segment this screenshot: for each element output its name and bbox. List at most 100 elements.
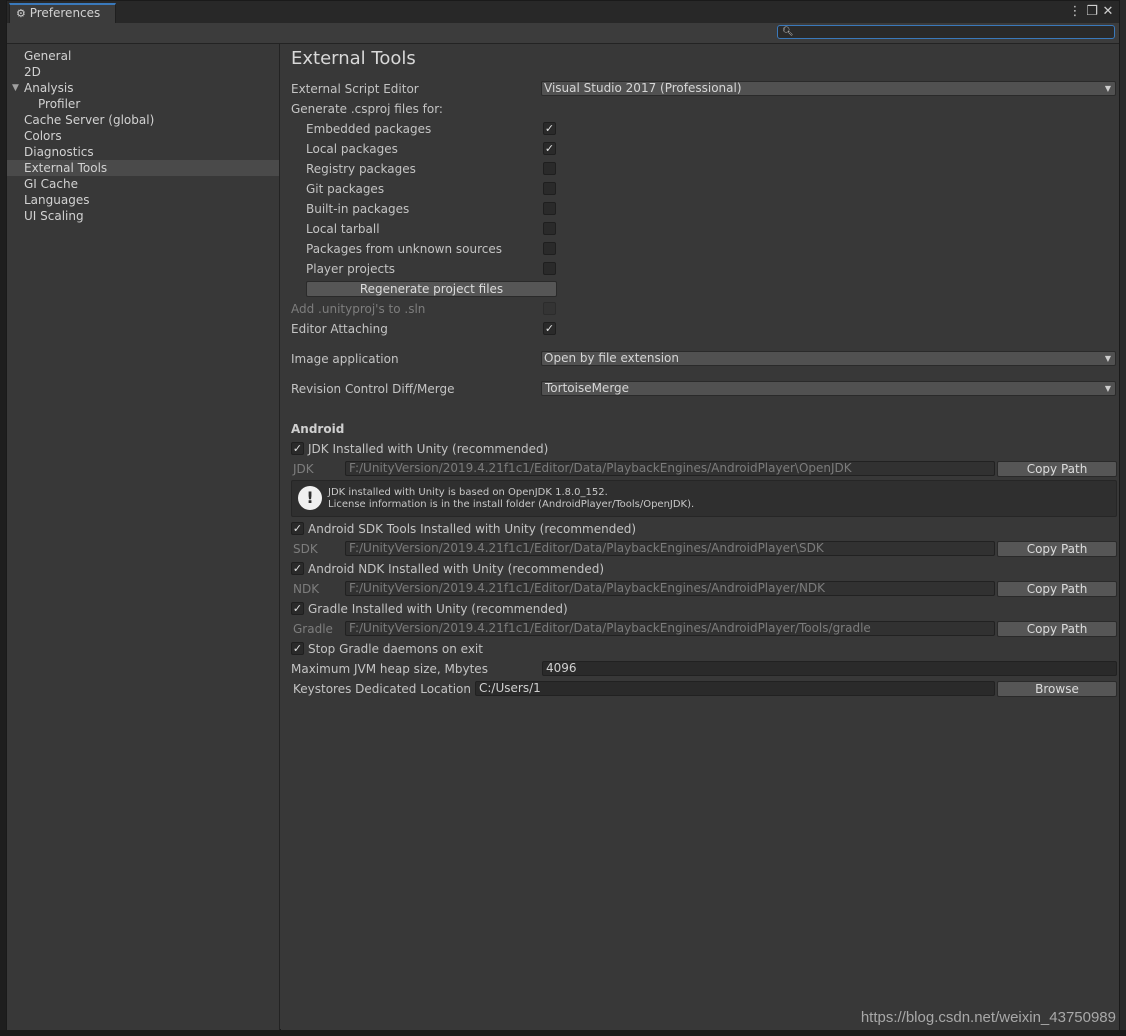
preferences-window: ⚙ Preferences ⋮ ❐ ✕ 🔍︎ General 2D ▼ Analy… [6,0,1120,1030]
image-app-dropdown[interactable]: Open by file extension ▼ [541,351,1116,366]
background-edge [0,1030,1126,1036]
jdk-path-field[interactable]: F:/UnityVersion/2019.4.21f1c1/Editor/Dat… [345,461,995,476]
browse-button[interactable]: Browse [997,681,1117,697]
package-label: Packages from unknown sources [306,242,502,256]
revision-control-label: Revision Control Diff/Merge [291,382,455,396]
sdk-checkbox-label: Android SDK Tools Installed with Unity (… [308,522,637,536]
sdk-checkbox[interactable]: ✓ [291,522,304,535]
sidebar-item-colors[interactable]: Colors [7,128,279,144]
image-app-label: Image application [291,352,399,366]
keystore-path-field[interactable]: C:/Users/1 [475,681,995,696]
main-panel: External Tools External Script Editor Vi… [281,44,1119,1030]
sidebar-item-label: Cache Server (global) [24,113,155,127]
dropdown-value: Visual Studio 2017 (Professional) [544,81,742,95]
page-title: External Tools [291,48,416,69]
embedded-packages-checkbox[interactable]: ✓ [543,122,556,135]
dropdown-value: Open by file extension [544,351,679,365]
package-label: Built-in packages [306,202,410,216]
copy-ndk-path-button[interactable]: Copy Path [997,581,1117,597]
package-label: Embedded packages [306,122,432,136]
sidebar-item-cache-server[interactable]: Cache Server (global) [7,112,279,128]
sidebar-item-label: GI Cache [24,177,78,191]
tab-preferences[interactable]: ⚙ Preferences [9,3,116,23]
sidebar-item-2d[interactable]: 2D [7,64,279,80]
gradle-path-field[interactable]: F:/UnityVersion/2019.4.21f1c1/Editor/Dat… [345,621,995,636]
dropdown-value: TortoiseMerge [545,381,630,395]
unknown-sources-checkbox[interactable] [543,242,556,255]
sidebar-item-label: Diagnostics [24,145,94,159]
copy-jdk-path-button[interactable]: Copy Path [997,461,1117,477]
ndk-path-field[interactable]: F:/UnityVersion/2019.4.21f1c1/Editor/Dat… [345,581,995,596]
foldout-arrow-icon[interactable]: ▼ [12,80,19,96]
jvm-heap-field[interactable]: 4096 [542,661,1117,676]
ndk-checkbox[interactable]: ✓ [291,562,304,575]
player-projects-checkbox[interactable] [543,262,556,275]
sidebar-item-label: 2D [24,65,41,79]
copy-sdk-path-button[interactable]: Copy Path [997,541,1117,557]
chevron-down-icon: ▼ [1104,384,1111,393]
stop-gradle-checkbox[interactable]: ✓ [291,642,304,655]
sidebar-item-label: UI Scaling [24,209,84,223]
local-tarball-checkbox[interactable] [543,222,556,235]
search-input[interactable]: 🔍︎ [777,25,1115,39]
sidebar-item-ui-scaling[interactable]: UI Scaling [7,208,279,224]
sidebar-item-gi-cache[interactable]: GI Cache [7,176,279,192]
editor-attaching-label: Editor Attaching [291,322,388,336]
sidebar-item-diagnostics[interactable]: Diagnostics [7,144,279,160]
maximize-icon[interactable]: ❐ [1084,4,1100,20]
registry-packages-checkbox[interactable] [543,162,556,175]
sidebar-item-profiler[interactable]: Profiler [7,96,279,112]
sidebar-item-label: Languages [24,193,90,207]
android-header: Android [291,422,345,436]
sdk-path-field[interactable]: F:/UnityVersion/2019.4.21f1c1/Editor/Dat… [345,541,995,556]
help-text-line1: JDK installed with Unity is based on Ope… [328,487,608,498]
add-unityproj-checkbox[interactable] [543,302,556,315]
sidebar: General 2D ▼ Analysis Profiler Cache Serv… [7,44,280,1030]
chevron-down-icon: ▼ [1104,354,1111,363]
gradle-label: Gradle [293,622,333,636]
git-packages-checkbox[interactable] [543,182,556,195]
help-text-line2: License information is in the install fo… [328,499,695,510]
builtin-packages-checkbox[interactable] [543,202,556,215]
jdk-checkbox[interactable]: ✓ [291,442,304,455]
jvm-heap-label: Maximum JVM heap size, Mbytes [291,662,488,676]
gradle-checkbox-label: Gradle Installed with Unity (recommended… [308,602,568,616]
sidebar-item-label: Profiler [38,97,81,111]
revision-control-dropdown[interactable]: TortoiseMerge ▼ [541,381,1116,396]
keystore-label: Keystores Dedicated Location [293,682,471,696]
package-label: Git packages [306,182,385,196]
sidebar-item-external-tools[interactable]: External Tools [7,160,279,176]
editor-attaching-checkbox[interactable]: ✓ [543,322,556,335]
add-unityproj-label: Add .unityproj's to .sln [291,302,426,316]
sidebar-item-analysis[interactable]: ▼ Analysis [7,80,279,96]
menu-kebab-icon[interactable]: ⋮ [1067,4,1083,20]
sidebar-item-label: Colors [24,129,62,143]
sidebar-item-languages[interactable]: Languages [7,192,279,208]
script-editor-dropdown[interactable]: Visual Studio 2017 (Professional) ▼ [541,81,1116,96]
local-packages-checkbox[interactable]: ✓ [543,142,556,155]
package-label: Local tarball [306,222,380,236]
window-title: Preferences [29,6,101,20]
jdk-label: JDK [293,462,314,476]
sidebar-item-general[interactable]: General [7,48,279,64]
sidebar-item-label: General [24,49,72,63]
sidebar-item-label: Analysis [24,81,74,95]
title-bar: ⚙ Preferences ⋮ ❐ ✕ [7,1,1119,24]
background-edge [1120,0,1126,1036]
close-icon[interactable]: ✕ [1100,4,1116,20]
package-label: Registry packages [306,162,416,176]
search-icon: 🔍︎ [782,27,794,37]
sdk-label: SDK [293,542,318,556]
regenerate-project-files-button[interactable]: Regenerate project files [306,281,557,297]
generate-csproj-label: Generate .csproj files for: [291,102,443,116]
sidebar-item-label: External Tools [24,161,108,175]
gradle-checkbox[interactable]: ✓ [291,602,304,615]
watermark-text: https://blog.csdn.net/weixin_43750989 [860,1009,1116,1026]
copy-gradle-path-button[interactable]: Copy Path [997,621,1117,637]
ndk-checkbox-label: Android NDK Installed with Unity (recomm… [308,562,605,576]
chevron-down-icon: ▼ [1104,84,1111,93]
script-editor-label: External Script Editor [291,82,419,96]
ndk-label: NDK [293,582,320,596]
stop-gradle-label: Stop Gradle daemons on exit [308,642,483,656]
gear-icon: ⚙ [16,7,26,20]
